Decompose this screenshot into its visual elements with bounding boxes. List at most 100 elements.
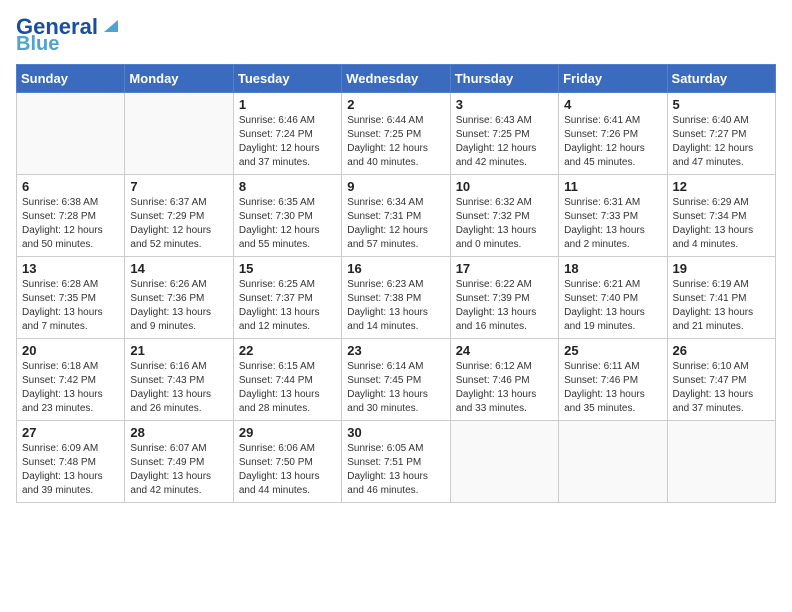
day-number: 11 [564,179,661,194]
calendar-cell: 1 Sunrise: 6:46 AM Sunset: 7:24 PM Daylig… [233,93,341,175]
day-info: Sunrise: 6:44 AM Sunset: 7:25 PM Dayligh… [347,114,444,170]
day-number: 20 [22,343,119,358]
calendar-cell: 24 Sunrise: 6:12 AM Sunset: 7:46 PM Dayli… [450,339,558,421]
day-info: Sunrise: 6:23 AM Sunset: 7:38 PM Dayligh… [347,278,444,334]
calendar-header-row: SundayMondayTuesdayWednesdayThursdayFrid… [17,65,776,93]
day-number: 19 [673,261,770,276]
day-number: 28 [130,425,227,440]
page-header: General Blue [16,16,776,54]
calendar-cell: 9 Sunrise: 6:34 AM Sunset: 7:31 PM Daylig… [342,175,450,257]
logo: General Blue [16,16,118,54]
calendar-cell: 5 Sunrise: 6:40 AM Sunset: 7:27 PM Daylig… [667,93,775,175]
day-info: Sunrise: 6:46 AM Sunset: 7:24 PM Dayligh… [239,114,336,170]
calendar-cell: 13 Sunrise: 6:28 AM Sunset: 7:35 PM Dayli… [17,257,125,339]
day-number: 26 [673,343,770,358]
day-info: Sunrise: 6:26 AM Sunset: 7:36 PM Dayligh… [130,278,227,334]
day-info: Sunrise: 6:18 AM Sunset: 7:42 PM Dayligh… [22,360,119,416]
calendar-day-header: Tuesday [233,65,341,93]
day-info: Sunrise: 6:32 AM Sunset: 7:32 PM Dayligh… [456,196,553,252]
calendar-day-header: Monday [125,65,233,93]
calendar-cell: 25Sunrise: 6:11 AM Sunset: 7:46 PM Dayli… [559,339,667,421]
day-number: 5 [673,97,770,112]
day-number: 23 [347,343,444,358]
calendar-cell: 29Sunrise: 6:06 AM Sunset: 7:50 PM Dayli… [233,421,341,503]
day-info: Sunrise: 6:12 AM Sunset: 7:46 PM Dayligh… [456,360,553,416]
calendar-cell [450,421,558,503]
calendar-table: SundayMondayTuesdayWednesdayThursdayFrid… [16,64,776,503]
calendar-cell [125,93,233,175]
day-number: 25 [564,343,661,358]
day-number: 30 [347,425,444,440]
day-number: 8 [239,179,336,194]
day-info: Sunrise: 6:21 AM Sunset: 7:40 PM Dayligh… [564,278,661,334]
day-info: Sunrise: 6:38 AM Sunset: 7:28 PM Dayligh… [22,196,119,252]
calendar-day-header: Sunday [17,65,125,93]
calendar-cell: 19 Sunrise: 6:19 AM Sunset: 7:41 PM Dayli… [667,257,775,339]
calendar-cell: 8 Sunrise: 6:35 AM Sunset: 7:30 PM Daylig… [233,175,341,257]
day-info: Sunrise: 6:35 AM Sunset: 7:30 PM Dayligh… [239,196,336,252]
day-info: Sunrise: 6:41 AM Sunset: 7:26 PM Dayligh… [564,114,661,170]
day-info: Sunrise: 6:05 AM Sunset: 7:51 PM Dayligh… [347,442,444,498]
calendar-cell: 16 Sunrise: 6:23 AM Sunset: 7:38 PM Dayli… [342,257,450,339]
day-info: Sunrise: 6:37 AM Sunset: 7:29 PM Dayligh… [130,196,227,252]
calendar-cell: 18 Sunrise: 6:21 AM Sunset: 7:40 PM Dayli… [559,257,667,339]
calendar-cell: 21Sunrise: 6:16 AM Sunset: 7:43 PM Dayli… [125,339,233,421]
calendar-cell [667,421,775,503]
day-number: 9 [347,179,444,194]
day-info: Sunrise: 6:31 AM Sunset: 7:33 PM Dayligh… [564,196,661,252]
day-number: 17 [456,261,553,276]
calendar-cell [17,93,125,175]
day-number: 29 [239,425,336,440]
calendar-cell: 2 Sunrise: 6:44 AM Sunset: 7:25 PM Daylig… [342,93,450,175]
day-number: 4 [564,97,661,112]
calendar-cell: 20 Sunrise: 6:18 AM Sunset: 7:42 PM Dayli… [17,339,125,421]
calendar-cell: 6Sunrise: 6:38 AM Sunset: 7:28 PM Daylig… [17,175,125,257]
calendar-cell: 4 Sunrise: 6:41 AM Sunset: 7:26 PM Daylig… [559,93,667,175]
day-info: Sunrise: 6:19 AM Sunset: 7:41 PM Dayligh… [673,278,770,334]
calendar-cell: 12 Sunrise: 6:29 AM Sunset: 7:34 PM Dayli… [667,175,775,257]
calendar-cell: 23 Sunrise: 6:14 AM Sunset: 7:45 PM Dayli… [342,339,450,421]
logo-icon [100,16,118,34]
calendar-cell [559,421,667,503]
calendar-cell: 22 Sunrise: 6:15 AM Sunset: 7:44 PM Dayli… [233,339,341,421]
calendar-cell: 3Sunrise: 6:43 AM Sunset: 7:25 PM Daylig… [450,93,558,175]
day-number: 2 [347,97,444,112]
day-number: 10 [456,179,553,194]
day-number: 22 [239,343,336,358]
calendar-cell: 15Sunrise: 6:25 AM Sunset: 7:37 PM Dayli… [233,257,341,339]
calendar-day-header: Saturday [667,65,775,93]
calendar-cell: 30 Sunrise: 6:05 AM Sunset: 7:51 PM Dayli… [342,421,450,503]
day-number: 16 [347,261,444,276]
day-info: Sunrise: 6:14 AM Sunset: 7:45 PM Dayligh… [347,360,444,416]
day-info: Sunrise: 6:29 AM Sunset: 7:34 PM Dayligh… [673,196,770,252]
day-number: 7 [130,179,227,194]
day-info: Sunrise: 6:40 AM Sunset: 7:27 PM Dayligh… [673,114,770,170]
day-info: Sunrise: 6:15 AM Sunset: 7:44 PM Dayligh… [239,360,336,416]
calendar-cell: 17 Sunrise: 6:22 AM Sunset: 7:39 PM Dayli… [450,257,558,339]
day-number: 21 [130,343,227,358]
day-number: 18 [564,261,661,276]
day-number: 15 [239,261,336,276]
calendar-week-row: 27 Sunrise: 6:09 AM Sunset: 7:48 PM Dayli… [17,421,776,503]
calendar-week-row: 1 Sunrise: 6:46 AM Sunset: 7:24 PM Daylig… [17,93,776,175]
day-info: Sunrise: 6:34 AM Sunset: 7:31 PM Dayligh… [347,196,444,252]
day-info: Sunrise: 6:10 AM Sunset: 7:47 PM Dayligh… [673,360,770,416]
day-info: Sunrise: 6:43 AM Sunset: 7:25 PM Dayligh… [456,114,553,170]
day-info: Sunrise: 6:09 AM Sunset: 7:48 PM Dayligh… [22,442,119,498]
day-number: 27 [22,425,119,440]
day-number: 1 [239,97,336,112]
day-number: 24 [456,343,553,358]
calendar-cell: 11 Sunrise: 6:31 AM Sunset: 7:33 PM Dayli… [559,175,667,257]
calendar-day-header: Wednesday [342,65,450,93]
day-info: Sunrise: 6:28 AM Sunset: 7:35 PM Dayligh… [22,278,119,334]
calendar-cell: 26 Sunrise: 6:10 AM Sunset: 7:47 PM Dayli… [667,339,775,421]
calendar-cell: 14 Sunrise: 6:26 AM Sunset: 7:36 PM Dayli… [125,257,233,339]
day-info: Sunrise: 6:22 AM Sunset: 7:39 PM Dayligh… [456,278,553,334]
calendar-day-header: Friday [559,65,667,93]
logo-text-blue: Blue [16,34,59,54]
day-number: 12 [673,179,770,194]
day-number: 13 [22,261,119,276]
calendar-cell: 7 Sunrise: 6:37 AM Sunset: 7:29 PM Daylig… [125,175,233,257]
day-number: 14 [130,261,227,276]
calendar-day-header: Thursday [450,65,558,93]
